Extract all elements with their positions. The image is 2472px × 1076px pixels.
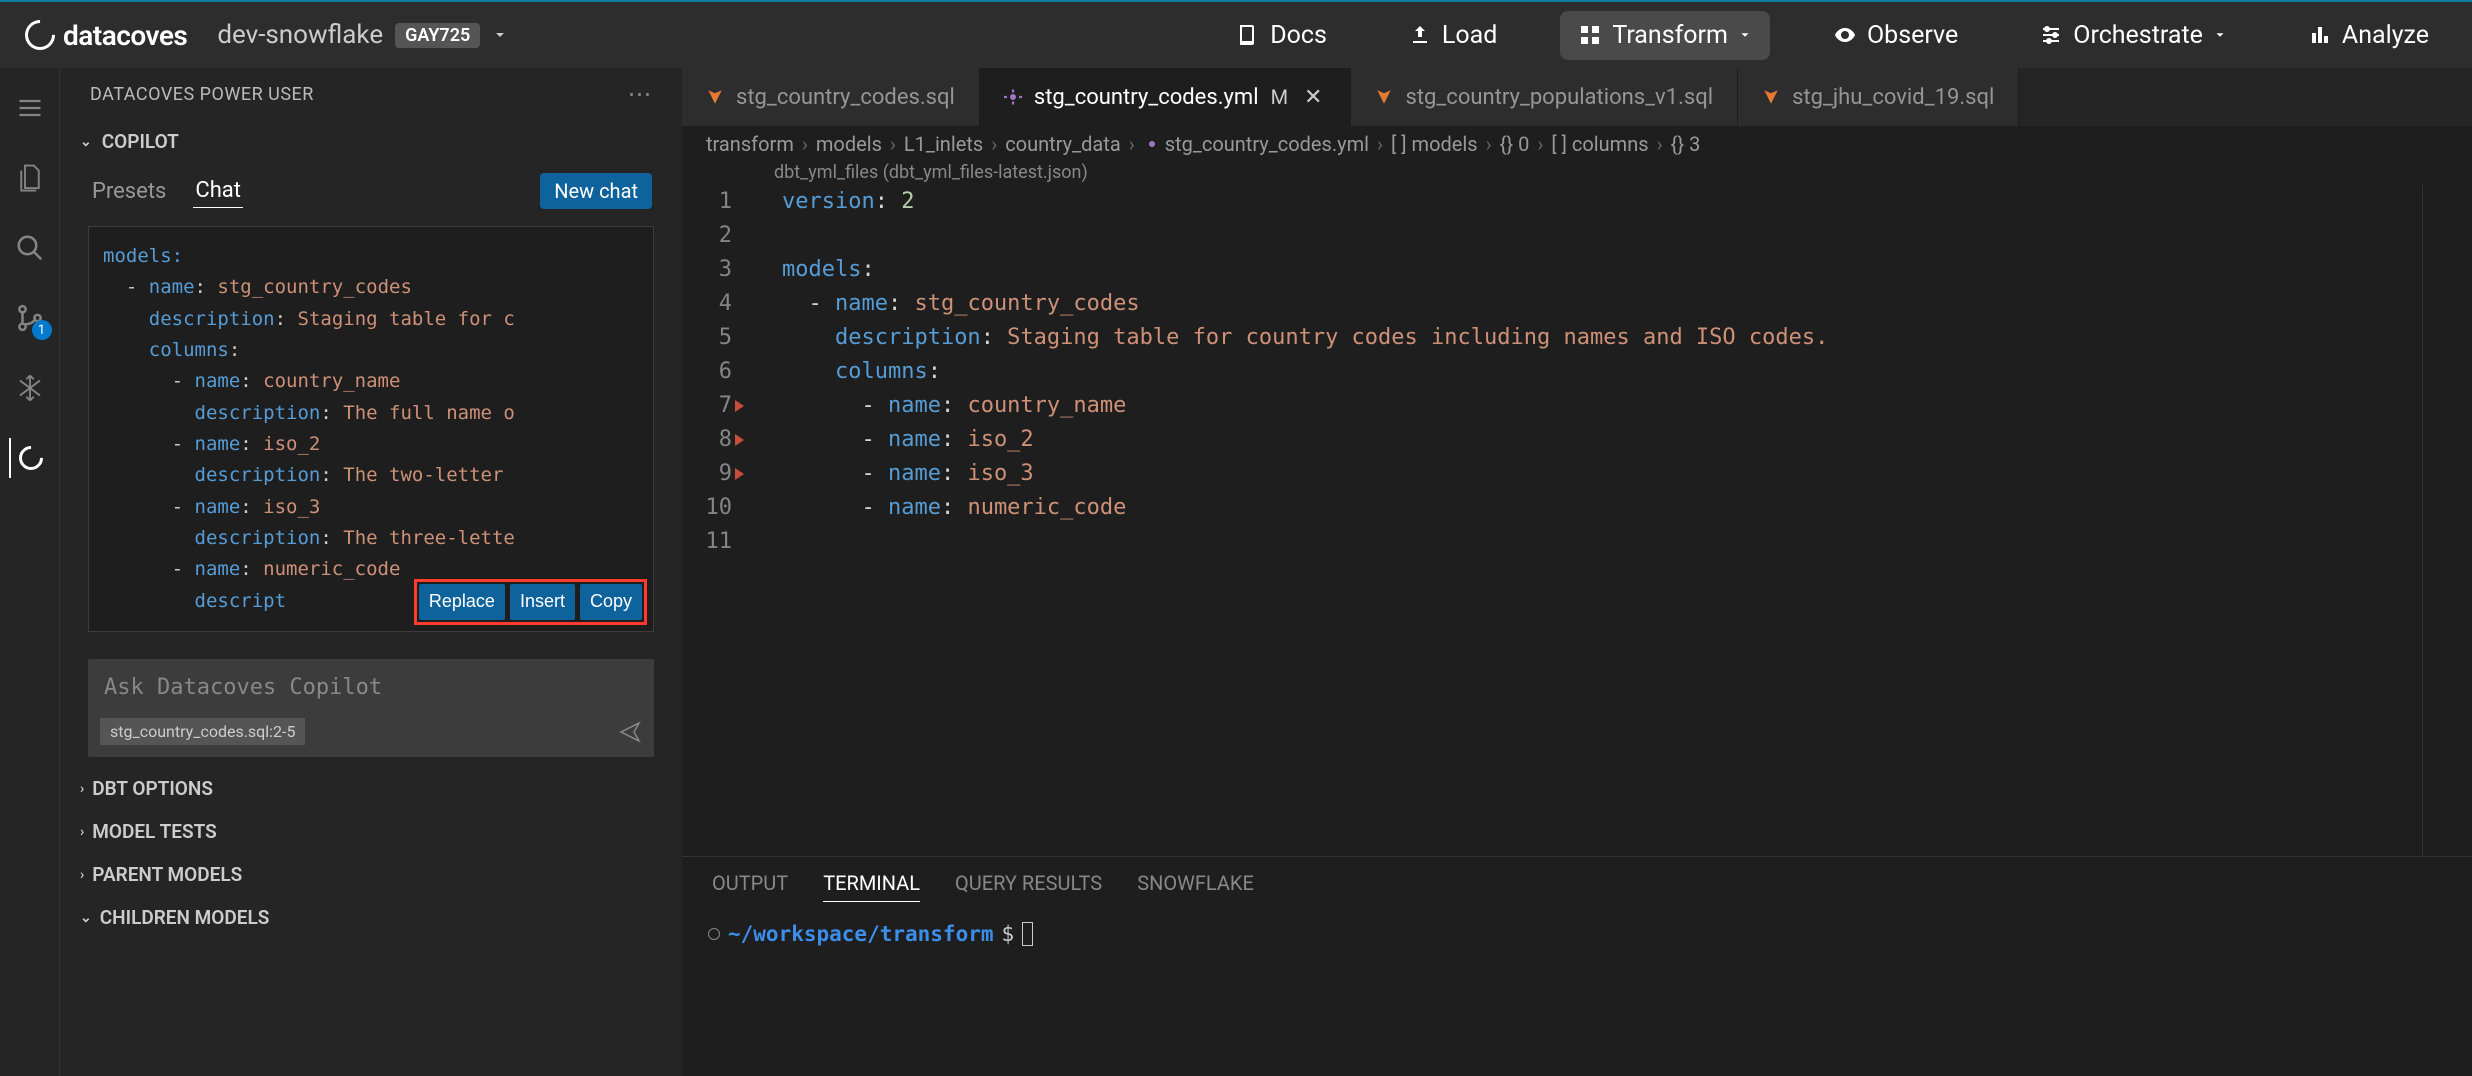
terminal-panel: OUTPUT TERMINAL QUERY RESULTS SNOWFLAKE … bbox=[682, 856, 2472, 1076]
breadcrumb[interactable]: transform› models› L1_inlets› country_da… bbox=[682, 126, 2472, 162]
editor-tabs: stg_country_codes.sql stg_country_codes.… bbox=[682, 68, 2472, 126]
editor-area: stg_country_codes.sql stg_country_codes.… bbox=[682, 68, 2472, 1076]
sidebar-title: DATACOVES POWER USER bbox=[90, 84, 314, 105]
dbt-icon bbox=[706, 88, 724, 106]
terminal-path: ~/workspace/transform bbox=[728, 922, 994, 946]
tab-stg-country-populations[interactable]: stg_country_populations_v1.sql bbox=[1351, 68, 1738, 126]
close-icon[interactable]: ✕ bbox=[1300, 85, 1326, 110]
modified-indicator: M bbox=[1271, 85, 1288, 109]
tab-presets[interactable]: Presets bbox=[90, 175, 168, 208]
chevron-right-icon: › bbox=[80, 824, 84, 840]
terminal-body[interactable]: ~/workspace/transform $ bbox=[682, 910, 2472, 958]
sidebar: DATACOVES POWER USER ⋯ ⌄ COPILOT Presets… bbox=[60, 68, 682, 1076]
chevron-down-icon bbox=[1738, 28, 1752, 42]
source-control-icon[interactable]: 1 bbox=[10, 298, 50, 338]
tab-output[interactable]: OUTPUT bbox=[712, 871, 788, 902]
upload-icon bbox=[1408, 23, 1432, 47]
chat-placeholder: Ask Datacoves Copilot bbox=[100, 671, 642, 704]
new-chat-button[interactable]: New chat bbox=[540, 173, 652, 209]
yaml-icon bbox=[1143, 135, 1161, 153]
datacoves-icon[interactable] bbox=[9, 438, 49, 478]
nav-analyze[interactable]: Analyze bbox=[2290, 11, 2447, 60]
logo[interactable]: datacoves bbox=[25, 19, 187, 52]
tab-stg-jhu-covid[interactable]: stg_jhu_covid_19.sql bbox=[1738, 68, 2019, 126]
minimap[interactable] bbox=[2422, 185, 2472, 856]
chart-icon bbox=[2308, 23, 2332, 47]
accordion-model-tests[interactable]: ›MODEL TESTS bbox=[60, 810, 682, 853]
env-badge: GAY725 bbox=[395, 23, 480, 48]
terminal-tabs: OUTPUT TERMINAL QUERY RESULTS SNOWFLAKE bbox=[682, 857, 2472, 910]
more-icon[interactable]: ⋯ bbox=[628, 80, 653, 108]
tab-snowflake[interactable]: SNOWFLAKE bbox=[1137, 871, 1254, 902]
env-name: dev-snowflake bbox=[217, 20, 383, 50]
activity-bar: 1 bbox=[0, 68, 60, 1076]
yaml-icon bbox=[1004, 88, 1022, 106]
chevron-down-icon bbox=[2213, 28, 2227, 42]
prompt-circle-icon bbox=[708, 928, 720, 940]
copilot-header[interactable]: ⌄ COPILOT bbox=[60, 120, 682, 163]
accordion-parent-models[interactable]: ›PARENT MODELS bbox=[60, 853, 682, 896]
accordion-children-models[interactable]: ⌄CHILDREN MODELS bbox=[60, 896, 682, 939]
nav-orchestrate[interactable]: Orchestrate bbox=[2021, 11, 2245, 60]
accordion-dbt-options[interactable]: ›DBT OPTIONS bbox=[60, 767, 682, 810]
nav-load[interactable]: Load bbox=[1390, 11, 1515, 60]
nav-observe[interactable]: Observe bbox=[1815, 11, 1976, 60]
dbt-icon bbox=[1375, 88, 1393, 106]
tab-query-results[interactable]: QUERY RESULTS bbox=[955, 871, 1102, 902]
chevron-down-icon: ⌄ bbox=[80, 910, 92, 926]
insert-button[interactable]: Insert bbox=[510, 584, 575, 620]
datacoves-logo-icon bbox=[19, 14, 61, 56]
send-icon[interactable] bbox=[618, 720, 642, 744]
prompt-symbol: $ bbox=[1002, 922, 1015, 946]
tab-stg-country-codes-sql[interactable]: stg_country_codes.sql bbox=[682, 68, 980, 126]
line-gutter: 1234567891011 bbox=[682, 185, 762, 856]
codelens[interactable]: dbt_yml_files (dbt_yml_files-latest.json… bbox=[682, 162, 2472, 183]
sidebar-header: DATACOVES POWER USER ⋯ bbox=[60, 68, 682, 120]
nav-items: Docs Load Transform Observe Orchestrate … bbox=[1218, 11, 2447, 60]
chevron-down-icon: ⌄ bbox=[80, 134, 92, 150]
copilot-tabs: Presets Chat New chat bbox=[60, 163, 682, 214]
sliders-icon bbox=[2039, 23, 2063, 47]
explorer-icon[interactable] bbox=[10, 158, 50, 198]
replace-button[interactable]: Replace bbox=[419, 584, 505, 620]
terminal-cursor bbox=[1022, 922, 1033, 946]
env-selector[interactable]: dev-snowflake GAY725 bbox=[217, 20, 508, 50]
top-bar: datacoves dev-snowflake GAY725 Docs Load… bbox=[0, 0, 2472, 68]
chevron-right-icon: › bbox=[80, 781, 84, 797]
chevron-down-icon bbox=[492, 27, 508, 43]
editor-body[interactable]: 1234567891011 version: 2models: - name: … bbox=[682, 183, 2472, 856]
book-icon bbox=[1236, 23, 1260, 47]
snowflake-icon[interactable] bbox=[10, 368, 50, 408]
scm-badge: 1 bbox=[32, 320, 52, 340]
chat-input[interactable]: Ask Datacoves Copilot stg_country_codes.… bbox=[88, 659, 654, 757]
context-chip[interactable]: stg_country_codes.sql:2-5 bbox=[100, 718, 305, 745]
copy-button[interactable]: Copy bbox=[580, 584, 642, 620]
tab-chat[interactable]: Chat bbox=[193, 174, 243, 208]
dbt-icon bbox=[1762, 88, 1780, 106]
nav-transform[interactable]: Transform bbox=[1560, 11, 1770, 60]
main-layout: 1 DATACOVES POWER USER ⋯ ⌄ COPILOT Prese… bbox=[0, 68, 2472, 1076]
search-icon[interactable] bbox=[10, 228, 50, 268]
chevron-right-icon: › bbox=[80, 867, 84, 883]
copilot-action-row: Replace Insert Copy bbox=[414, 579, 647, 625]
tab-stg-country-codes-yml[interactable]: stg_country_codes.yml M ✕ bbox=[980, 68, 1352, 126]
logo-text: datacoves bbox=[63, 19, 187, 52]
menu-icon[interactable] bbox=[10, 88, 50, 128]
code-lines[interactable]: version: 2models: - name: stg_country_co… bbox=[762, 185, 2422, 856]
tab-terminal[interactable]: TERMINAL bbox=[823, 871, 920, 902]
eye-icon bbox=[1833, 23, 1857, 47]
copilot-code-preview: models: - name: stg_country_codes descri… bbox=[88, 226, 654, 632]
grid-icon bbox=[1578, 23, 1602, 47]
nav-docs[interactable]: Docs bbox=[1218, 11, 1345, 60]
